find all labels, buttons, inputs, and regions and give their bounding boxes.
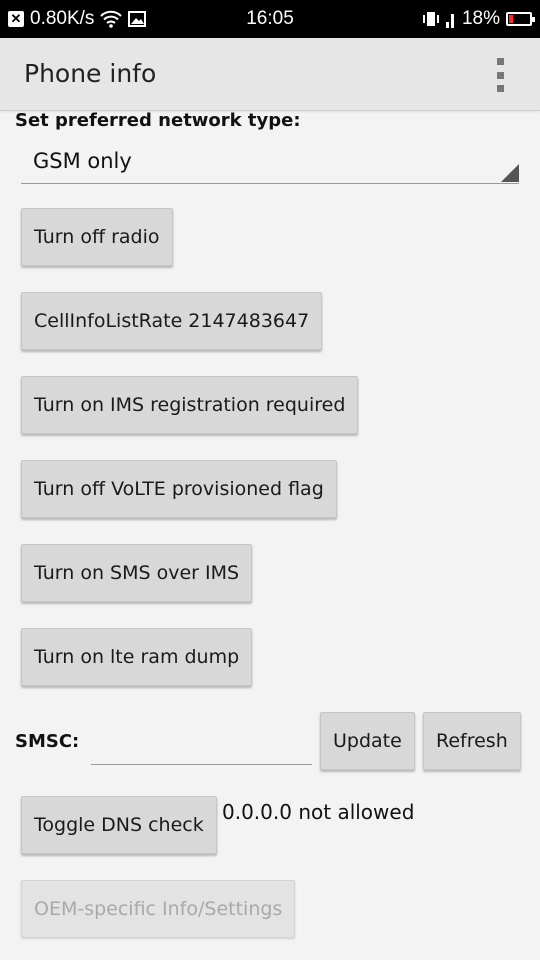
sms-over-ims-button[interactable]: Turn on SMS over IMS: [21, 544, 253, 602]
smsc-label: SMSC:: [15, 731, 80, 752]
toggle-dns-check-button[interactable]: Toggle DNS check: [21, 796, 217, 854]
vibrate-icon: [422, 12, 439, 26]
network-type-dropdown[interactable]: GSM only: [21, 143, 519, 184]
overflow-menu-icon[interactable]: [496, 58, 504, 92]
smsc-input[interactable]: [91, 724, 312, 765]
battery-percent: 18%: [461, 8, 500, 29]
image-icon: [128, 11, 147, 27]
lte-ram-dump-button[interactable]: Turn on lte ram dump: [21, 628, 253, 686]
battery-level-fill: [509, 15, 513, 23]
notification-x-icon: ✕: [8, 11, 24, 27]
oem-settings-button: OEM-specific Info/Settings: [21, 880, 296, 938]
status-bar: ✕ 0.80K/s 16:05 18%: [0, 0, 540, 38]
network-type-selected: GSM only: [33, 149, 132, 173]
status-right: 18%: [422, 0, 535, 38]
volte-provisioned-button[interactable]: Turn off VoLTE provisioned flag: [21, 460, 337, 518]
overflow-dot: [496, 58, 504, 65]
app-bar: Phone info: [0, 38, 540, 111]
ims-registration-button[interactable]: Turn on IMS registration required: [21, 376, 359, 434]
smsc-update-button[interactable]: Update: [320, 712, 415, 770]
wifi-icon: [100, 10, 123, 28]
dropdown-triangle-icon: [501, 164, 519, 182]
overflow-dot: [496, 85, 504, 92]
network-type-label: Set preferred network type:: [15, 110, 301, 131]
overflow-dot: [496, 71, 504, 79]
page-title: Phone info: [24, 59, 157, 88]
signal-icon: [445, 14, 454, 28]
cell-info-list-rate-button[interactable]: CellInfoListRate 2147483647: [21, 292, 323, 350]
dns-status-text: 0.0.0.0 not allowed: [222, 800, 415, 824]
smsc-refresh-button[interactable]: Refresh: [423, 712, 521, 770]
network-speed: 0.80K/s: [30, 8, 95, 29]
status-left: ✕ 0.80K/s: [8, 0, 147, 38]
turn-off-radio-button[interactable]: Turn off radio: [21, 208, 173, 266]
battery-icon: [506, 12, 535, 26]
